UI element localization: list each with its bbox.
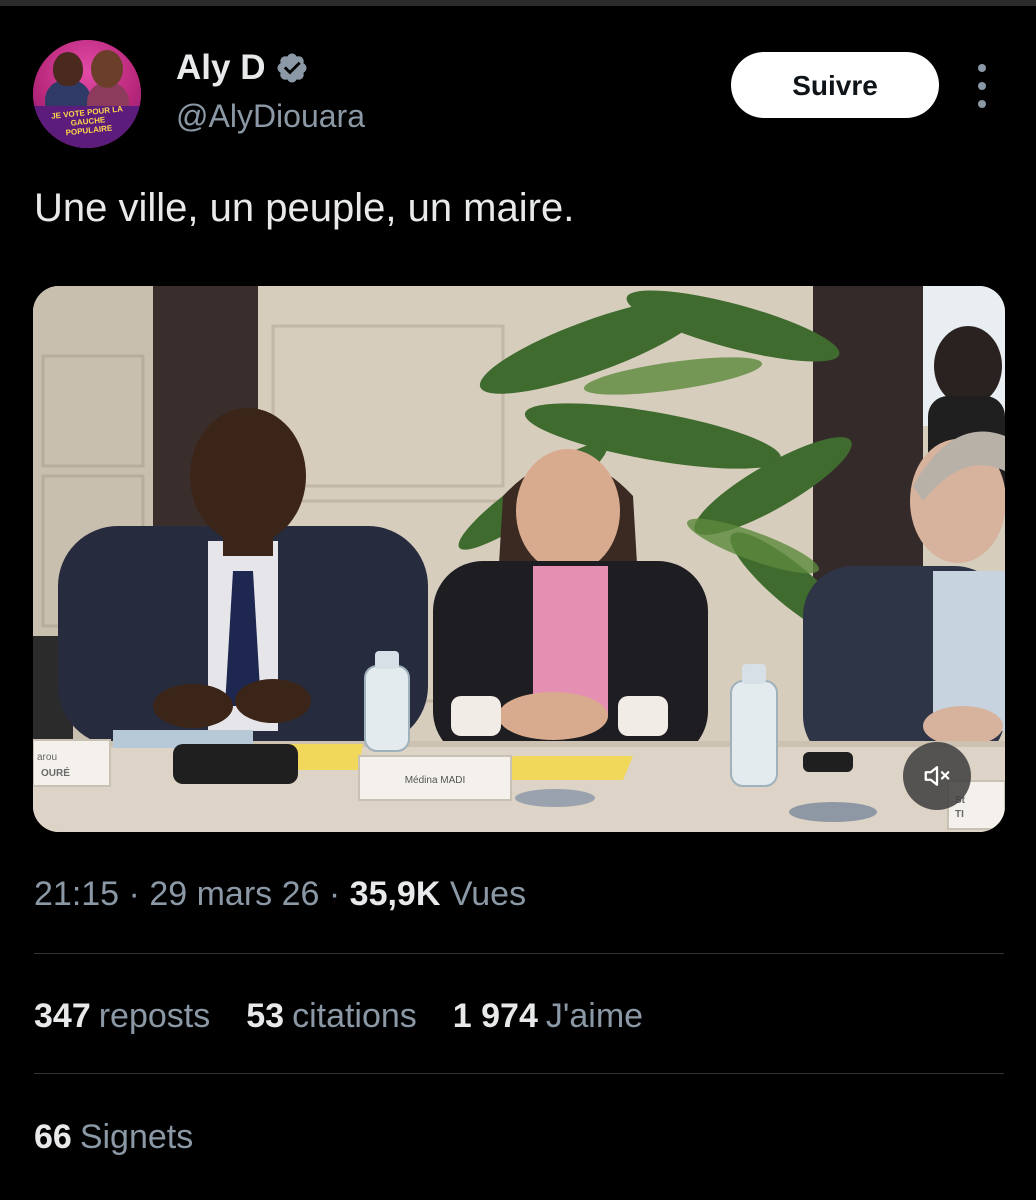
nameplate-left: arou xyxy=(37,752,57,763)
nameplate-center: Médina MADI xyxy=(405,775,466,786)
author-handle[interactable]: @AlyDiouara xyxy=(176,96,365,136)
author-name-row[interactable]: Aly D xyxy=(176,48,309,88)
follow-button[interactable]: Suivre xyxy=(731,52,939,118)
quotes-stat[interactable]: 53 citations xyxy=(246,994,417,1038)
engagement-stats: 347 reposts 53 citations 1 974 J'aime xyxy=(34,994,643,1038)
display-name[interactable]: Aly D xyxy=(176,48,265,88)
meta-separator: · xyxy=(128,875,140,913)
more-options-icon[interactable] xyxy=(970,64,994,108)
verified-badge-icon xyxy=(277,53,307,83)
bookmarks-stat[interactable]: 66 Signets xyxy=(34,1115,193,1159)
tweet-video[interactable]: arou OURÉ Médina MADI St TI xyxy=(33,286,1005,832)
reposts-stat[interactable]: 347 reposts xyxy=(34,994,210,1038)
tweet-text: Une ville, un peuple, un maire. xyxy=(34,186,575,230)
mute-icon[interactable] xyxy=(903,742,971,810)
top-border xyxy=(0,0,1036,6)
nameplate-left-2: OURÉ xyxy=(41,766,70,779)
likes-stat[interactable]: 1 974 J'aime xyxy=(453,994,643,1038)
views-count: 35,9K xyxy=(349,875,441,913)
tweet-date[interactable]: 29 mars 26 xyxy=(149,875,319,913)
tweet-time[interactable]: 21:15 xyxy=(34,875,119,913)
video-frame: arou OURÉ Médina MADI St TI xyxy=(33,286,1005,832)
divider-2 xyxy=(34,1073,1004,1074)
views-label: Vues xyxy=(449,875,527,913)
tweet-meta: 21:15 · 29 mars 26 · 35,9K Vues xyxy=(34,872,526,916)
nameplate-right-2: TI xyxy=(955,809,964,820)
divider xyxy=(34,953,1004,954)
meta-separator-2: · xyxy=(328,875,341,913)
avatar[interactable]: JE VOTE POUR LA GAUCHE POPULAIRE xyxy=(33,40,141,148)
